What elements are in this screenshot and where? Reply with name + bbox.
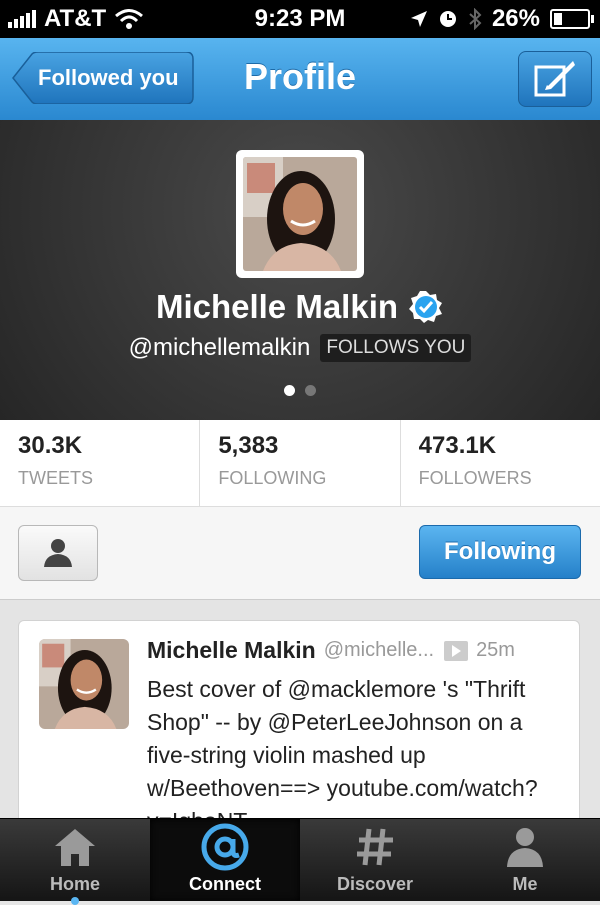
alarm-icon bbox=[439, 11, 456, 27]
profile-name: Michelle Malkin bbox=[155, 288, 399, 325]
stat-value: 30.3K bbox=[18, 432, 83, 459]
tweet-timestamp: 25m bbox=[476, 639, 515, 661]
stat-value: 473.1K bbox=[418, 432, 497, 459]
tweet-card[interactable]: Michelle Malkin @michelle... 25m Best co… bbox=[18, 620, 580, 818]
media-icon bbox=[444, 640, 469, 661]
follows-you-badge: FOLLOWS YOU bbox=[320, 334, 472, 362]
status-bar: AT&T 9:23 PM 26% bbox=[0, 0, 600, 38]
page-title: Profile bbox=[243, 56, 357, 97]
tweet-text: Best cover of @macklemore 's "Thrift Sho… bbox=[147, 676, 538, 818]
avatar-image bbox=[39, 639, 129, 729]
battery-icon bbox=[550, 9, 594, 29]
tab-label: Me bbox=[512, 874, 538, 894]
profile-actions: Following bbox=[0, 507, 600, 600]
stat-followers[interactable]: 473.1K FOLLOWERS bbox=[401, 420, 600, 506]
person-icon bbox=[44, 539, 72, 567]
battery-percent: 26% bbox=[491, 5, 540, 32]
stat-label: TWEETS bbox=[18, 468, 93, 488]
stat-value: 5,383 bbox=[218, 432, 279, 459]
tab-bar: Home Connect Discover Me bbox=[0, 818, 600, 905]
page-indicator[interactable] bbox=[0, 385, 600, 396]
tweet-author: Michelle Malkin bbox=[147, 637, 316, 663]
hash-icon bbox=[357, 828, 393, 866]
user-actions-button[interactable] bbox=[18, 525, 98, 581]
tab-discover[interactable]: Discover bbox=[300, 819, 450, 901]
stat-label: FOLLOWING bbox=[218, 468, 327, 488]
tab-label: Home bbox=[49, 874, 100, 894]
page-dot bbox=[305, 385, 316, 396]
tab-label: Discover bbox=[336, 874, 414, 894]
page-dot-active bbox=[284, 385, 295, 396]
nav-bar: Followed you Profile bbox=[0, 38, 600, 121]
unread-indicator bbox=[71, 897, 79, 905]
tweet-username: @michelle... bbox=[323, 639, 435, 661]
compose-button[interactable] bbox=[518, 51, 592, 107]
following-button[interactable]: Following bbox=[419, 525, 581, 579]
stat-following[interactable]: 5,383 FOLLOWING bbox=[200, 420, 401, 506]
tweet-avatar[interactable] bbox=[39, 639, 129, 729]
avatar-image bbox=[243, 157, 357, 271]
verified-badge-icon bbox=[409, 291, 443, 323]
tab-me[interactable]: Me bbox=[450, 819, 600, 901]
at-icon bbox=[201, 823, 249, 871]
tweet-feed: Michelle Malkin @michelle... 25m Best co… bbox=[0, 600, 600, 818]
tab-label: Connect bbox=[189, 874, 261, 894]
bluetooth-icon bbox=[469, 8, 482, 30]
home-icon bbox=[55, 829, 95, 866]
stat-tweets[interactable]: 30.3K TWEETS bbox=[0, 420, 201, 506]
profile-handle: @michellemalkin bbox=[128, 334, 311, 361]
location-icon bbox=[410, 11, 427, 27]
profile-header: Michelle Malkin @michellemalkin FOLLOWS … bbox=[0, 120, 600, 420]
person-icon bbox=[507, 828, 543, 867]
profile-avatar[interactable] bbox=[236, 150, 364, 278]
stat-label: FOLLOWERS bbox=[418, 468, 532, 488]
compose-icon bbox=[534, 61, 575, 97]
profile-stats: 30.3K TWEETS 5,383 FOLLOWING 473.1K FOLL… bbox=[0, 420, 600, 507]
tab-connect[interactable]: Connect bbox=[150, 819, 300, 901]
tab-home[interactable]: Home bbox=[0, 819, 150, 905]
